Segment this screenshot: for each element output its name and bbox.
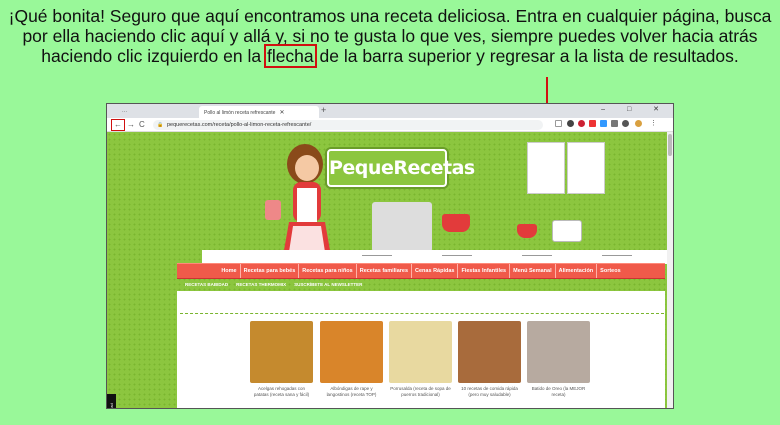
recipe-card[interactable]: Acelgas rehogadas con patatas (receta sa… <box>250 321 313 397</box>
scrollbar[interactable] <box>667 132 673 408</box>
instruction-text: ¡Qué bonita! Seguro que aquí encontramos… <box>8 6 772 68</box>
browser-tab-bar: ··· Pollo al limón receta refrescante ✕ +… <box>107 104 673 118</box>
close-icon[interactable]: ✕ <box>279 110 284 116</box>
instruction-after: de la barra superior y regresar a la lis… <box>314 46 739 66</box>
page-viewport: PequeRecetas Home Recetas para bebés Rec… <box>107 132 673 408</box>
counter-handle <box>362 255 392 256</box>
subnav-item[interactable]: SUSCRÍBETE AL NEWSLETTER <box>290 280 366 289</box>
pot-illustration <box>442 214 470 232</box>
recipe-card[interactable]: Albóndigas de rape y langostinos (receta… <box>320 321 383 397</box>
browser-tab-1[interactable]: ··· <box>117 106 197 118</box>
recipe-image[interactable] <box>458 321 521 383</box>
site-main-nav: Home Recetas para bebés Recetas para niñ… <box>177 263 665 279</box>
recipe-caption[interactable]: Porrusalda (receta de sopa de puerros tr… <box>389 386 452 397</box>
scrollbar-thumb[interactable] <box>668 134 672 156</box>
nav-item-alimentacion[interactable]: Alimentación <box>556 264 598 278</box>
url-text: pequerecetas.com/receta/pollo-al-limon-r… <box>167 122 312 128</box>
extension-icon[interactable] <box>600 120 607 127</box>
recipe-card[interactable]: 10 recetas de comida rápida (pero muy sa… <box>458 321 521 397</box>
site-header: PequeRecetas <box>177 132 672 264</box>
recipe-image[interactable] <box>320 321 383 383</box>
nav-item-fiestas[interactable]: Fiestas Infantiles <box>458 264 511 278</box>
back-arrow-button[interactable]: ← <box>111 119 125 131</box>
plus-icon[interactable]: + <box>321 105 326 115</box>
lock-icon: 🔒 <box>157 122 164 128</box>
nav-item-home[interactable]: Home <box>218 264 241 278</box>
content-area: Acelgas rehogadas con patatas (receta sa… <box>177 291 665 408</box>
nav-item-familiares[interactable]: Recetas familiares <box>357 264 413 278</box>
tab-label: ··· <box>122 109 127 115</box>
nav-item-ninos[interactable]: Recetas para niños <box>299 264 357 278</box>
mitt-illustration <box>517 224 537 238</box>
url-field[interactable]: 🔒 pequerecetas.com/receta/pollo-al-limon… <box>153 120 543 130</box>
forward-arrow-button[interactable]: → <box>127 120 135 130</box>
privacy-tab[interactable]: Privacidad <box>107 394 116 408</box>
recipe-image[interactable] <box>389 321 452 383</box>
counter-handle <box>522 255 552 256</box>
extension-icon[interactable] <box>589 120 596 127</box>
recipe-card[interactable]: Batido de Oreo (la MEJOR receta) <box>527 321 590 397</box>
subnav-item[interactable]: RECETAS BABIDAD <box>181 280 232 289</box>
divider <box>180 313 664 314</box>
nav-item-menu[interactable]: Menú Semanal <box>510 264 556 278</box>
menu-dots-icon[interactable]: ⋮ <box>650 120 657 127</box>
nav-item-sorteos[interactable]: Sorteos <box>597 264 623 278</box>
nav-item-cenas[interactable]: Cenas Rápidas <box>412 264 459 278</box>
site-logo[interactable]: PequeRecetas <box>327 149 475 187</box>
cabinet-illustration <box>567 142 605 194</box>
cabinet-illustration <box>527 142 565 194</box>
recipe-caption[interactable]: Acelgas rehogadas con patatas (receta sa… <box>250 386 313 397</box>
browser-tab-active[interactable]: Pollo al limón receta refrescante ✕ <box>199 106 319 118</box>
recipe-image[interactable] <box>527 321 590 383</box>
counter-handle <box>602 255 632 256</box>
avatar[interactable] <box>635 120 642 127</box>
instruction-highlight-flecha: flecha <box>263 44 317 68</box>
counter-handle <box>442 255 472 256</box>
tab-label: Pollo al limón receta refrescante <box>204 110 276 116</box>
recipe-caption[interactable]: Batido de Oreo (la MEJOR receta) <box>527 386 590 397</box>
extension-icon[interactable] <box>611 120 618 127</box>
subnav-item[interactable]: RECETAS THERMOMIX <box>232 280 290 289</box>
microwave-illustration <box>552 220 582 242</box>
puzzle-icon[interactable] <box>622 120 629 127</box>
browser-screenshot: ··· Pollo al limón receta refrescante ✕ +… <box>106 103 674 409</box>
kitchen-counter <box>202 250 672 264</box>
site-sub-nav: RECETAS BABIDAD RECETAS THERMOMIX SUSCRÍ… <box>177 280 665 289</box>
extension-icon[interactable] <box>578 120 585 127</box>
recipe-card[interactable]: Porrusalda (receta de sopa de puerros tr… <box>389 321 452 397</box>
window-controls[interactable]: – □ ✕ <box>601 105 669 113</box>
stove-illustration <box>372 202 432 252</box>
extension-icon[interactable] <box>567 120 574 127</box>
recipe-image[interactable] <box>250 321 313 383</box>
recipe-caption[interactable]: Albóndigas de rape y langostinos (receta… <box>320 386 383 397</box>
star-icon[interactable] <box>555 120 562 127</box>
browser-address-bar: ← → C 🔒 pequerecetas.com/receta/pollo-al… <box>107 118 673 132</box>
reload-button[interactable]: C <box>139 120 145 130</box>
nav-item-bebes[interactable]: Recetas para bebés <box>241 264 300 278</box>
recipe-caption[interactable]: 10 recetas de comida rápida (pero muy sa… <box>458 386 521 397</box>
